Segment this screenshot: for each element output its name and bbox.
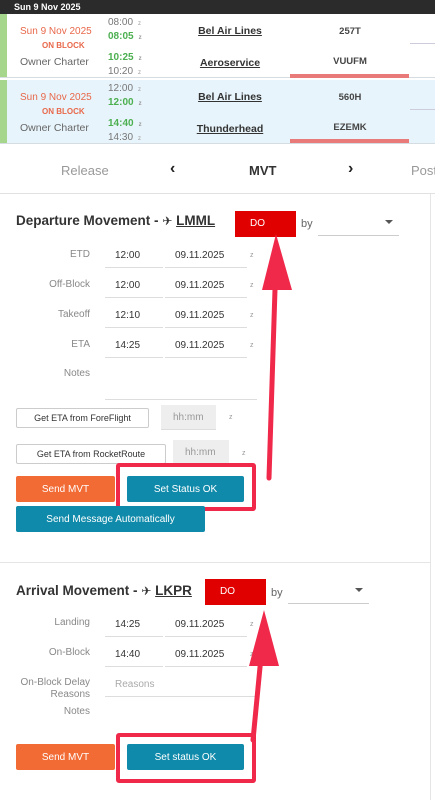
annotation-arrow xyxy=(249,610,279,743)
annotation-arrows xyxy=(249,234,292,743)
annotation-arrow xyxy=(262,234,292,481)
